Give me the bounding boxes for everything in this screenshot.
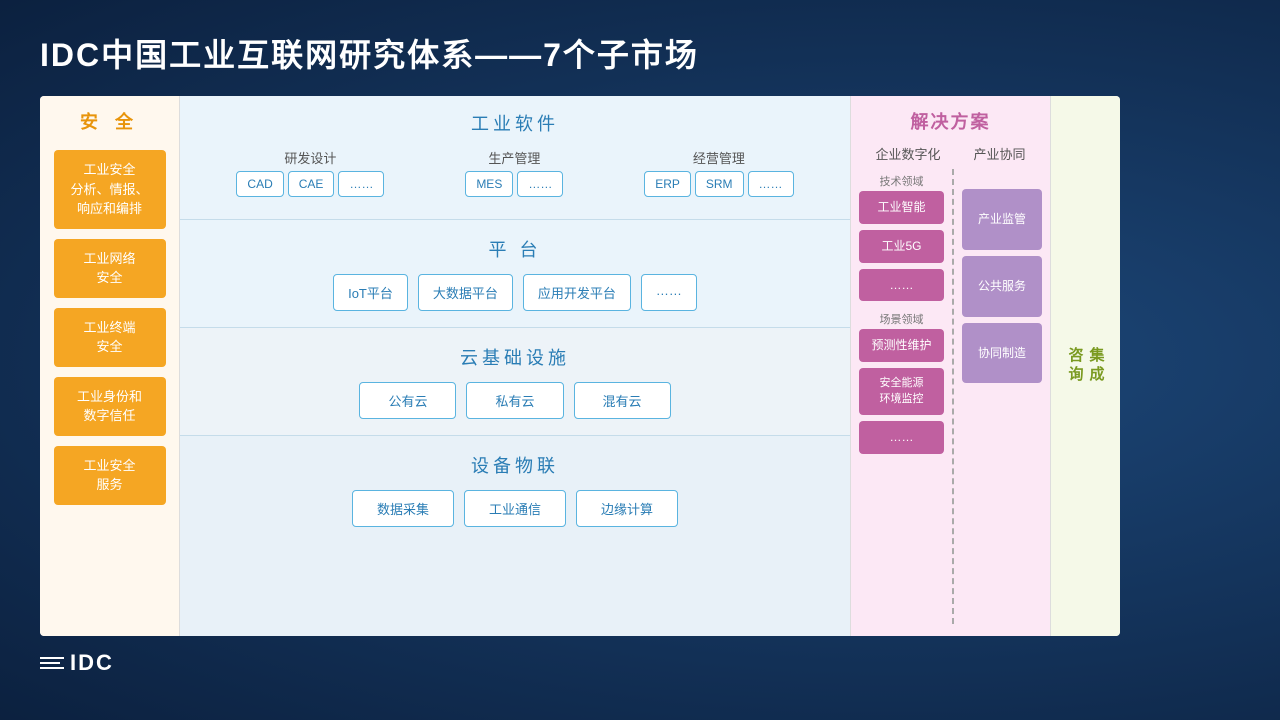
- solution-col1-header: 企业数字化: [875, 144, 940, 163]
- tag-edge-compute: 边缘计算: [576, 490, 678, 527]
- middle-column: 工业软件 研发设计 CAD CAE …… 生产管理 MES: [180, 96, 850, 636]
- subsection-production: 生产管理 MES ……: [465, 148, 563, 197]
- sol-item-more1: ……: [859, 269, 944, 302]
- page-title: IDC中国工业互联网研究体系——7个子市场: [40, 30, 1240, 76]
- solution-title: 解决方案: [859, 108, 1042, 134]
- solution-header-row: 企业数字化 产业协同: [859, 144, 1042, 163]
- industrial-software-section: 工业软件 研发设计 CAD CAE …… 生产管理 MES: [180, 96, 850, 220]
- tag-hybrid-cloud: 混有云: [574, 382, 671, 419]
- idc-logo-text: IDC: [70, 650, 114, 676]
- idc-logo-lines: [40, 657, 64, 669]
- production-tags: MES ……: [465, 171, 563, 197]
- iot-tags: 数据采集 工业通信 边缘计算: [196, 490, 834, 527]
- security-item-1: 工业安全分析、情报、响应和编排: [54, 150, 166, 229]
- tech-label: 技术领域: [859, 173, 944, 189]
- security-item-5: 工业安全服务: [54, 446, 166, 505]
- sol-item-industrial-ai: 工业智能: [859, 191, 944, 224]
- security-column: 安 全 工业安全分析、情报、响应和编排 工业网络安全 工业终端安全 工业身份和数…: [40, 96, 180, 636]
- software-subsections: 研发设计 CAD CAE …… 生产管理 MES ……: [196, 148, 834, 197]
- subsection-management: 经营管理 ERP SRM ……: [644, 148, 793, 197]
- idc-line-1: [40, 657, 64, 659]
- tag-public-cloud: 公有云: [359, 382, 456, 419]
- tag-iot: IoT平台: [333, 274, 408, 311]
- platform-section: 平 台 IoT平台 大数据平台 应用开发平台 ……: [180, 220, 850, 328]
- sol-item-5g: 工业5G: [859, 230, 944, 263]
- subsection-research: 研发设计 CAD CAE ……: [236, 148, 384, 197]
- cloud-title: 云基础设施: [196, 344, 834, 370]
- platform-title: 平 台: [196, 236, 834, 262]
- tag-cae: CAE: [288, 171, 335, 197]
- footer: IDC: [40, 650, 1240, 676]
- tag-mes: MES: [465, 171, 513, 197]
- tag-bigdata: 大数据平台: [418, 274, 513, 311]
- idc-logo: IDC: [40, 650, 114, 676]
- sol-item-safety-env: 安全能源环境监控: [859, 368, 944, 415]
- security-item-2: 工业网络安全: [54, 239, 166, 298]
- solution-divider: [952, 169, 954, 624]
- idc-line-3: [40, 667, 64, 669]
- security-item-3: 工业终端安全: [54, 308, 166, 367]
- tag-appdev: 应用开发平台: [523, 274, 631, 311]
- tag-industrial-comm: 工业通信: [464, 490, 566, 527]
- tag-data-collect: 数据采集: [352, 490, 454, 527]
- idc-line-2: [40, 662, 60, 664]
- sol-right-industry-monitor: 产业监管: [962, 189, 1042, 250]
- security-item-4: 工业身份和数字信任: [54, 377, 166, 436]
- industrial-software-title: 工业软件: [196, 110, 834, 136]
- platform-tags: IoT平台 大数据平台 应用开发平台 ……: [196, 274, 834, 311]
- subsection-label-management: 经营管理: [693, 148, 745, 167]
- integration-column: 集成咨询: [1050, 96, 1120, 636]
- sol-right-collab-mfg: 协同制造: [962, 323, 1042, 384]
- tag-research-more: ……: [338, 171, 384, 197]
- tag-platform-more: ……: [641, 274, 697, 311]
- research-tags: CAD CAE ……: [236, 171, 384, 197]
- sol-item-predictive: 预测性维护: [859, 329, 944, 362]
- management-tags: ERP SRM ……: [644, 171, 793, 197]
- solution-column: 解决方案 企业数字化 产业协同 技术领域 工业智能 工业5G …… 场景领域 预…: [850, 96, 1050, 636]
- solution-col2-header: 产业协同: [973, 144, 1025, 163]
- security-title: 安 全: [80, 108, 139, 134]
- tag-erp: ERP: [644, 171, 691, 197]
- subsection-label-research: 研发设计: [284, 148, 336, 167]
- main-diagram: 安 全 工业安全分析、情报、响应和编排 工业网络安全 工业终端安全 工业身份和数…: [40, 96, 1120, 636]
- cloud-section: 云基础设施 公有云 私有云 混有云: [180, 328, 850, 436]
- tag-cad: CAD: [236, 171, 283, 197]
- iot-title: 设备物联: [196, 452, 834, 478]
- sol-right-public-service: 公共服务: [962, 256, 1042, 317]
- iot-section: 设备物联 数据采集 工业通信 边缘计算: [180, 436, 850, 636]
- tag-private-cloud: 私有云: [466, 382, 563, 419]
- tag-production-more: ……: [517, 171, 563, 197]
- sol-item-more2: ……: [859, 421, 944, 454]
- cloud-tags: 公有云 私有云 混有云: [196, 382, 834, 419]
- tag-management-more: ……: [748, 171, 794, 197]
- tag-srm: SRM: [695, 171, 744, 197]
- subsection-label-production: 生产管理: [488, 148, 540, 167]
- integration-label: 集成咨询: [1065, 347, 1107, 385]
- scene-label: 场景领域: [859, 311, 944, 327]
